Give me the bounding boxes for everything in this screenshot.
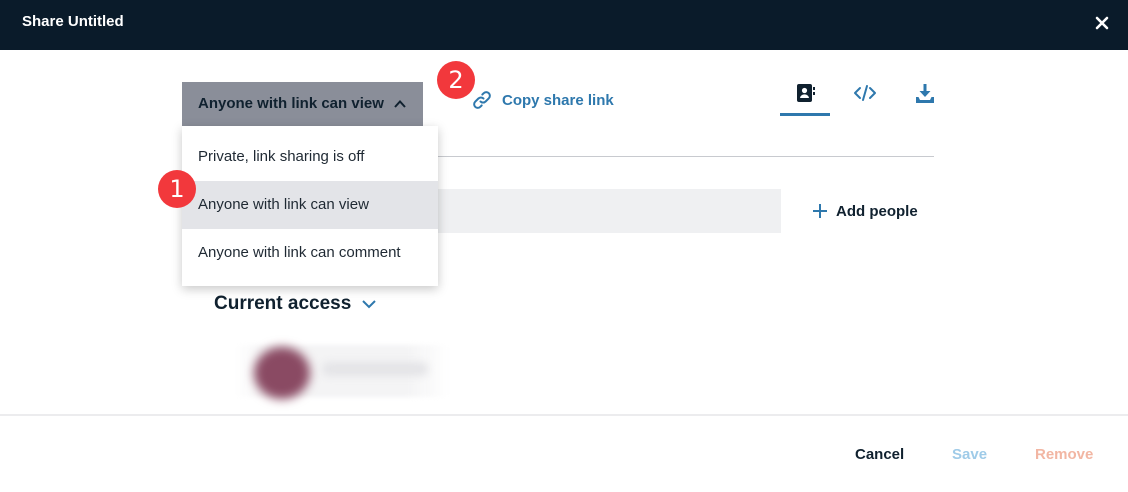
menu-item-can-comment[interactable]: Anyone with link can comment (182, 229, 438, 277)
copy-share-link-label: Copy share link (502, 91, 614, 109)
footer-divider (0, 414, 1128, 416)
avatar (254, 347, 310, 399)
step-badge-2: 2 (437, 61, 475, 99)
chevron-up-icon (394, 100, 406, 108)
dialog-header: Share Untitled (0, 0, 1128, 50)
close-button[interactable] (1090, 11, 1114, 35)
tab-contacts[interactable] (780, 78, 830, 116)
code-icon (854, 85, 876, 101)
add-people-button[interactable]: Add people (812, 199, 918, 223)
add-people-label: Add people (836, 202, 918, 220)
tab-embed-code[interactable] (840, 78, 890, 116)
access-menu: Private, link sharing is off Anyone with… (182, 126, 438, 286)
dialog-title: Share Untitled (22, 13, 124, 30)
link-icon (473, 91, 491, 109)
menu-item-private[interactable]: Private, link sharing is off (182, 133, 438, 181)
plus-icon (813, 204, 827, 218)
close-icon (1095, 16, 1109, 30)
download-icon (916, 84, 934, 103)
cancel-button[interactable]: Cancel (855, 446, 904, 463)
current-access-toggle[interactable]: Current access (214, 293, 377, 315)
access-dropdown-label: Anyone with link can view (198, 95, 384, 112)
person-name-redacted (322, 362, 428, 376)
menu-item-can-view[interactable]: Anyone with link can view (182, 181, 438, 229)
save-button[interactable]: Save (952, 446, 987, 463)
chevron-down-icon (362, 300, 377, 309)
step-badge-1: 1 (158, 170, 196, 208)
copy-share-link[interactable]: Copy share link (470, 88, 614, 112)
current-access-label: Current access (214, 293, 352, 314)
access-dropdown[interactable]: Anyone with link can view (182, 82, 423, 126)
contact-book-icon (797, 84, 815, 102)
tab-download[interactable] (900, 78, 950, 116)
remove-button[interactable]: Remove (1035, 446, 1093, 463)
